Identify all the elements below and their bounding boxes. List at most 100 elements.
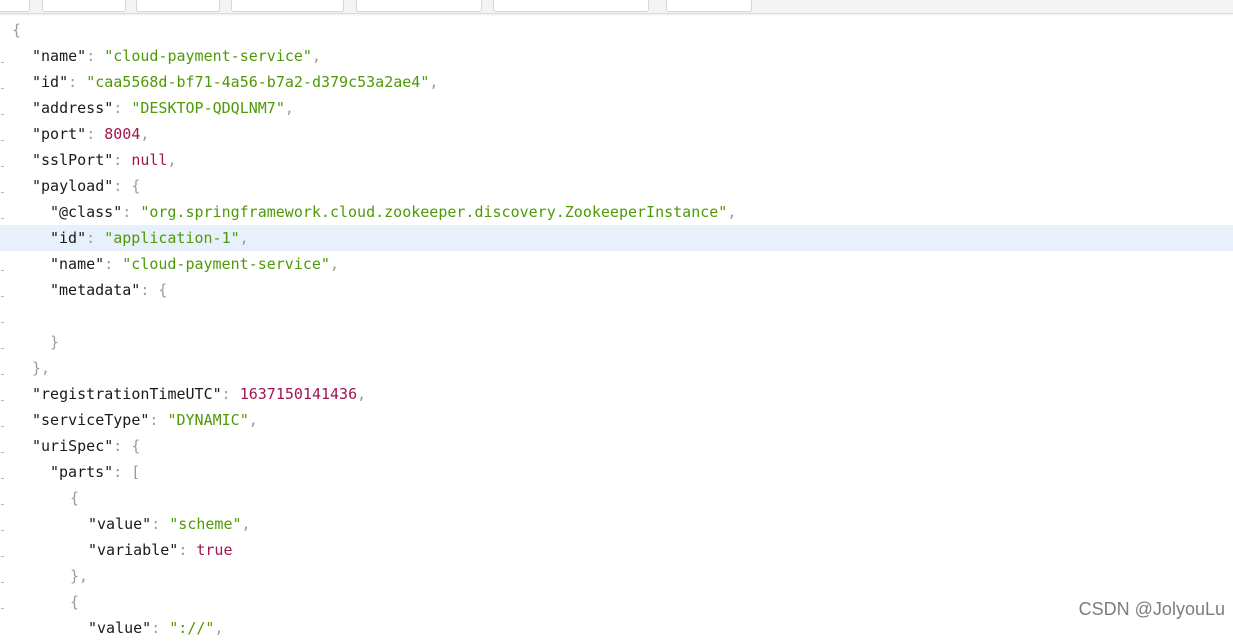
code-line-text: { xyxy=(70,485,79,511)
code-line-text: "id": "application-1", xyxy=(50,225,249,251)
code-line: { xyxy=(0,485,1233,511)
code-line-text: "payload": { xyxy=(32,173,140,199)
json-key: "parts" xyxy=(50,463,114,481)
json-value: 1637150141436 xyxy=(239,385,358,403)
json-key: "name" xyxy=(50,255,105,273)
watermark: CSDN @JolyouLu xyxy=(1078,599,1225,619)
json-key: "name" xyxy=(32,47,87,65)
json-punct: : xyxy=(149,411,168,429)
code-line-text: "sslPort": null, xyxy=(32,147,177,173)
json-key: "value" xyxy=(88,515,152,533)
json-punct: : xyxy=(68,73,87,91)
json-value: "DESKTOP-QDQLNM7" xyxy=(131,99,285,117)
json-punct: , xyxy=(140,125,150,143)
json-punct: : xyxy=(151,515,170,533)
code-line-text: } xyxy=(50,329,59,355)
code-line: "name": "cloud-payment-service", xyxy=(0,43,1233,69)
json-value: true xyxy=(196,541,233,559)
json-punct: { xyxy=(12,21,22,39)
json-value: "scheme" xyxy=(169,515,242,533)
json-punct: } xyxy=(50,333,60,351)
json-punct: : xyxy=(86,125,105,143)
json-punct: , xyxy=(248,411,258,429)
json-key: "registrationTimeUTC" xyxy=(32,385,222,403)
json-punct: { xyxy=(158,281,168,299)
json-key: "sslPort" xyxy=(32,151,114,169)
toolbar-button[interactable] xyxy=(666,0,752,12)
toolbar-button[interactable] xyxy=(493,0,649,12)
json-punct: , xyxy=(329,255,339,273)
viewer-toolbar xyxy=(0,0,1233,14)
code-line-text: "name": "cloud-payment-service", xyxy=(50,251,339,277)
json-value: "caa5568d-bf71-4a56-b7a2-d379c53a2ae4" xyxy=(86,73,430,91)
code-line: "address": "DESKTOP-QDQLNM7", xyxy=(0,95,1233,121)
code-line: "registrationTimeUTC": 1637150141436, xyxy=(0,381,1233,407)
code-line-text: "variable": true xyxy=(88,537,233,563)
json-punct: }, xyxy=(70,567,89,585)
json-punct: , xyxy=(239,229,249,247)
code-line-text: "name": "cloud-payment-service", xyxy=(32,43,321,69)
code-line-text: }, xyxy=(32,355,50,381)
code-line: "value": "scheme", xyxy=(0,511,1233,537)
code-line-text: "uriSpec": { xyxy=(32,433,140,459)
json-key: "variable" xyxy=(88,541,179,559)
json-punct: , xyxy=(214,619,224,637)
code-line-text: "value": "://", xyxy=(88,615,223,641)
code-line: "id": "caa5568d-bf71-4a56-b7a2-d379c53a2… xyxy=(0,69,1233,95)
code-line: "variable": true xyxy=(0,537,1233,563)
code-line: "uriSpec": { xyxy=(0,433,1233,459)
json-punct: { xyxy=(131,177,141,195)
code-line: { xyxy=(0,589,1233,615)
json-punct: { xyxy=(70,489,80,507)
json-punct: , xyxy=(429,73,439,91)
json-punct: { xyxy=(131,437,141,455)
code-line: "sslPort": null, xyxy=(0,147,1233,173)
json-punct: : xyxy=(113,437,132,455)
json-key: "@class" xyxy=(50,203,123,221)
json-punct: : xyxy=(178,541,197,559)
code-line-text: "serviceType": "DYNAMIC", xyxy=(32,407,258,433)
toolbar-button[interactable] xyxy=(356,0,482,12)
json-punct: , xyxy=(284,99,294,117)
json-key: "port" xyxy=(32,125,87,143)
toolbar-button[interactable] xyxy=(42,0,126,12)
code-line: }, xyxy=(0,355,1233,381)
json-value: null xyxy=(131,151,168,169)
json-punct: [ xyxy=(131,463,141,481)
json-punct: : xyxy=(140,281,159,299)
code-line: "payload": { xyxy=(0,173,1233,199)
json-punct: : xyxy=(113,177,132,195)
code-line-text: "value": "scheme", xyxy=(88,511,251,537)
json-key: "metadata" xyxy=(50,281,141,299)
code-line: "id": "application-1", xyxy=(0,225,1233,251)
code-line: { xyxy=(0,17,1233,43)
code-line: "metadata": { xyxy=(0,277,1233,303)
toolbar-button[interactable] xyxy=(136,0,220,12)
code-line-text: }, xyxy=(70,563,88,589)
code-line: "name": "cloud-payment-service", xyxy=(0,251,1233,277)
json-value: "org.springframework.cloud.zookeeper.dis… xyxy=(140,203,728,221)
json-punct: : xyxy=(221,385,240,403)
json-key: "address" xyxy=(32,99,114,117)
json-key: "id" xyxy=(32,73,69,91)
code-line: "port": 8004, xyxy=(0,121,1233,147)
code-line-text: "metadata": { xyxy=(50,277,167,303)
toolbar-button[interactable] xyxy=(231,0,344,12)
toolbar-button[interactable] xyxy=(0,0,30,12)
json-punct: , xyxy=(241,515,251,533)
code-line-text: "registrationTimeUTC": 1637150141436, xyxy=(32,381,366,407)
code-line: "parts": [ xyxy=(0,459,1233,485)
json-punct: : xyxy=(86,47,105,65)
code-line-text: { xyxy=(12,17,21,43)
json-punct: : xyxy=(113,99,132,117)
json-punct: }, xyxy=(32,359,51,377)
json-punct: : xyxy=(122,203,141,221)
code-line-text: "port": 8004, xyxy=(32,121,149,147)
json-key: "uriSpec" xyxy=(32,437,114,455)
json-punct: : xyxy=(113,151,132,169)
json-key: "serviceType" xyxy=(32,411,150,429)
code-line: "@class": "org.springframework.cloud.zoo… xyxy=(0,199,1233,225)
json-punct: : xyxy=(151,619,170,637)
json-value: "cloud-payment-service" xyxy=(122,255,330,273)
